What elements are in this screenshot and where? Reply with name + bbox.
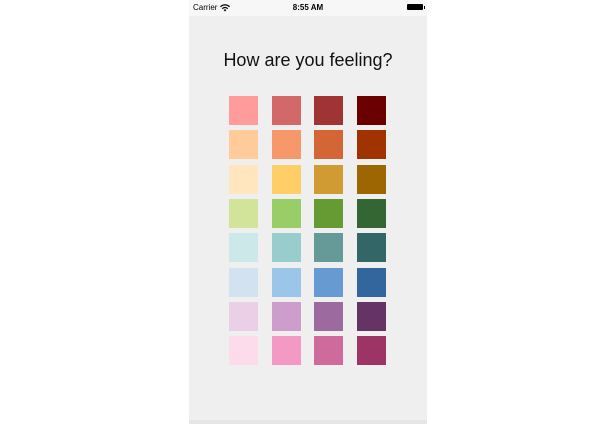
- color-swatch-r4-c1[interactable]: [229, 199, 258, 228]
- color-swatch-r7-c4[interactable]: [357, 302, 386, 331]
- color-swatch-r6-c3[interactable]: [314, 268, 343, 297]
- color-swatch-r5-c4[interactable]: [357, 233, 386, 262]
- color-swatch-r2-c1[interactable]: [229, 130, 258, 159]
- color-swatch-r3-c1[interactable]: [229, 165, 258, 194]
- color-swatch-r1-c1[interactable]: [229, 96, 258, 125]
- battery-icon: [407, 4, 425, 10]
- color-swatch-r2-c2[interactable]: [272, 130, 301, 159]
- color-swatch-r3-c2[interactable]: [272, 165, 301, 194]
- color-swatch-r3-c4[interactable]: [357, 165, 386, 194]
- color-swatch-r7-c1[interactable]: [229, 302, 258, 331]
- page-title: How are you feeling?: [223, 50, 393, 70]
- color-swatch-r6-c4[interactable]: [357, 268, 386, 297]
- color-swatch-r8-c1[interactable]: [229, 336, 258, 365]
- color-swatch-r4-c3[interactable]: [314, 199, 343, 228]
- color-swatch-r5-c3[interactable]: [314, 233, 343, 262]
- phone-screen: Carrier 8:55 AM How are you feeling?: [189, 0, 427, 424]
- color-swatch-r8-c4[interactable]: [357, 336, 386, 365]
- color-swatch-r2-c3[interactable]: [314, 130, 343, 159]
- status-time: 8:55 AM: [292, 3, 324, 12]
- color-swatch-r4-c4[interactable]: [357, 199, 386, 228]
- color-swatch-r4-c2[interactable]: [272, 199, 301, 228]
- bottom-strip: [189, 420, 427, 424]
- color-swatch-r8-c3[interactable]: [314, 336, 343, 365]
- color-swatch-r6-c1[interactable]: [229, 268, 258, 297]
- color-swatch-r3-c3[interactable]: [314, 165, 343, 194]
- color-swatch-r7-c3[interactable]: [314, 302, 343, 331]
- color-swatch-r6-c2[interactable]: [272, 268, 301, 297]
- color-swatch-r5-c1[interactable]: [229, 233, 258, 262]
- color-swatch-r1-c2[interactable]: [272, 96, 301, 125]
- color-swatch-r7-c2[interactable]: [272, 302, 301, 331]
- status-bar: Carrier 8:55 AM: [189, 0, 427, 16]
- color-swatch-r1-c3[interactable]: [314, 96, 343, 125]
- color-swatch-r8-c2[interactable]: [272, 336, 301, 365]
- color-swatch-r1-c4[interactable]: [357, 96, 386, 125]
- color-swatch-r5-c2[interactable]: [272, 233, 301, 262]
- color-swatch-r2-c4[interactable]: [357, 130, 386, 159]
